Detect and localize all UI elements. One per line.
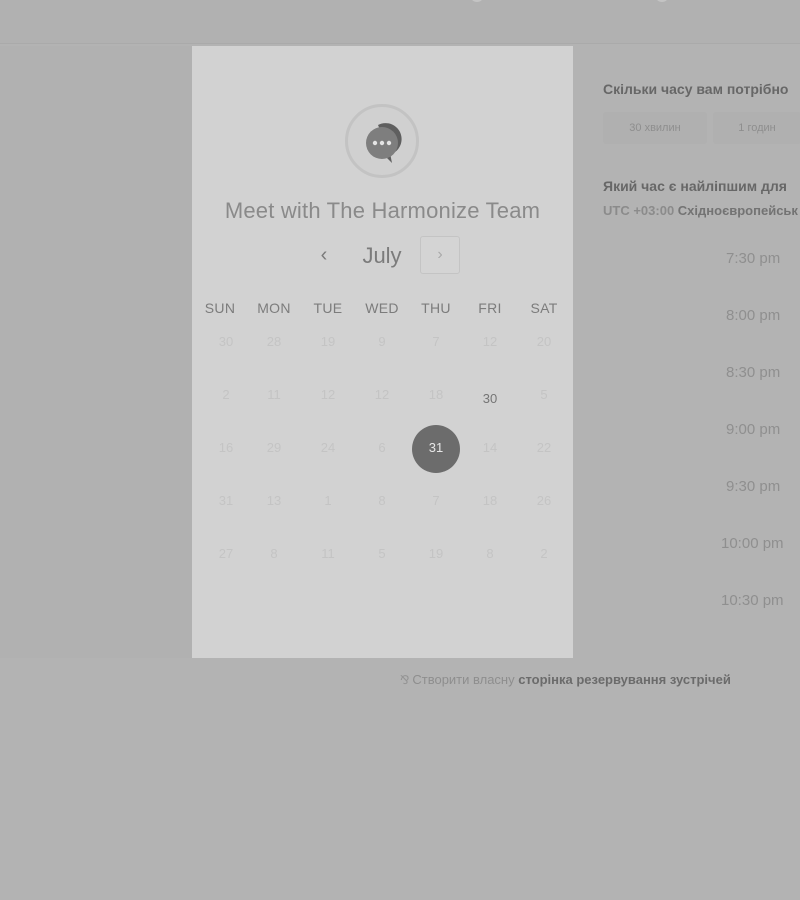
calendar-day: 1 (324, 493, 332, 508)
calendar-grid: 30 28 19 9 7 12 20 2 11 12 12 18 30 5 16 29 24 6 31 14 22 31 1… (192, 322, 573, 602)
calendar-day: 8 (486, 546, 494, 561)
duration-option[interactable]: 1 годин (713, 112, 800, 144)
calendar-day: 19 (320, 334, 336, 349)
timezone-offset: UTC +03:00 (603, 203, 675, 218)
time-question: Який час є найліпшим для (603, 178, 787, 194)
calendar-day: 6 (378, 440, 386, 455)
calendar-day-available[interactable]: 30 (463, 379, 517, 427)
calendar-day: 19 (428, 546, 444, 561)
calendar-day: 20 (536, 334, 552, 349)
footer-link-text: сторінка резервування зустрічей (518, 672, 731, 687)
selected-day-label: 31 (412, 425, 460, 473)
weekday-label: SAT (530, 300, 558, 316)
calendar-day: 2 (540, 546, 548, 561)
calendar-day: 22 (536, 440, 552, 455)
calendar-day: 24 (320, 440, 336, 455)
weekday-label: WED (365, 300, 399, 316)
brand-icon: ⅋ (400, 673, 410, 687)
calendar-day: 12 (482, 334, 498, 349)
calendar-day-selected[interactable]: 31 (409, 425, 463, 476)
calendar-day: 26 (536, 493, 552, 508)
calendar-day: 11 (267, 387, 281, 402)
calendar-day: 5 (540, 387, 548, 402)
weekday-label: SUN (204, 300, 236, 316)
calendar-day: 9 (378, 334, 386, 349)
calendar-day: 29 (266, 440, 282, 455)
time-slot[interactable]: 9:00 pm (726, 421, 800, 438)
calendar-day: 18 (428, 387, 444, 402)
calendar-day: 18 (482, 493, 498, 508)
calendar-day: 7 (432, 334, 440, 349)
calendar-day: 30 (218, 334, 234, 349)
weekday-label: TUE (313, 300, 343, 316)
time-slot[interactable]: 10:00 pm (721, 535, 800, 552)
weekday-label: FRI (478, 300, 502, 316)
calendar-day: 7 (432, 493, 440, 508)
time-slot[interactable]: 8:30 pm (726, 364, 800, 381)
time-slot[interactable]: 10:30 pm (721, 592, 800, 609)
next-month-button[interactable]: › (420, 236, 460, 274)
top-bar-control (470, 0, 484, 2)
weekday-label: THU (421, 300, 451, 316)
card-title: Meet with The Harmonize Team (224, 198, 541, 223)
top-bar (0, 0, 800, 44)
duration-option[interactable]: 30 хвилин (603, 112, 707, 144)
chat-bubble-icon (345, 104, 419, 178)
booking-card: Meet with The Harmonize Team ‹ July › SU… (192, 46, 573, 658)
booking-options-panel: Скільки часу вам потрібно 30 хвилин 1 го… (573, 46, 800, 658)
footer-prefix: Створити власну (412, 672, 515, 687)
calendar-day: 28 (266, 334, 282, 349)
calendar-day: 12 (320, 387, 336, 402)
time-slot[interactable]: 7:30 pm (726, 250, 800, 267)
calendar-day: 31 (218, 493, 234, 508)
weekday-header: SUN MON TUE WED THU FRI SAT (192, 300, 573, 320)
calendar-day: 14 (482, 440, 498, 455)
calendar-day: 16 (218, 440, 234, 455)
calendar-day: 27 (218, 546, 234, 561)
timezone-name: Східноєвропейськ (677, 203, 798, 218)
prev-month-button[interactable]: ‹ (314, 242, 334, 268)
calendar-day: 2 (222, 387, 230, 402)
create-booking-page-link[interactable]: ⅋ Створити власну сторінка резервування з… (400, 672, 731, 687)
calendar-day: 5 (378, 546, 386, 561)
month-nav: ‹ July › (192, 236, 573, 276)
calendar-day: 8 (378, 493, 386, 508)
calendar-day: 8 (270, 546, 278, 561)
calendar-day: 13 (266, 493, 282, 508)
top-bar-control (655, 0, 669, 2)
calendar-day: 11 (321, 546, 335, 561)
month-label: July (362, 243, 402, 268)
calendar-day: 12 (374, 387, 390, 402)
duration-question: Скільки часу вам потрібно (603, 81, 789, 97)
timezone-selector[interactable]: UTC +03:00 Східноєвропейськ (603, 203, 798, 218)
time-slot[interactable]: 8:00 pm (726, 307, 800, 324)
weekday-label: MON (257, 300, 291, 316)
time-slot[interactable]: 9:30 pm (726, 478, 800, 495)
left-panel (0, 46, 192, 658)
